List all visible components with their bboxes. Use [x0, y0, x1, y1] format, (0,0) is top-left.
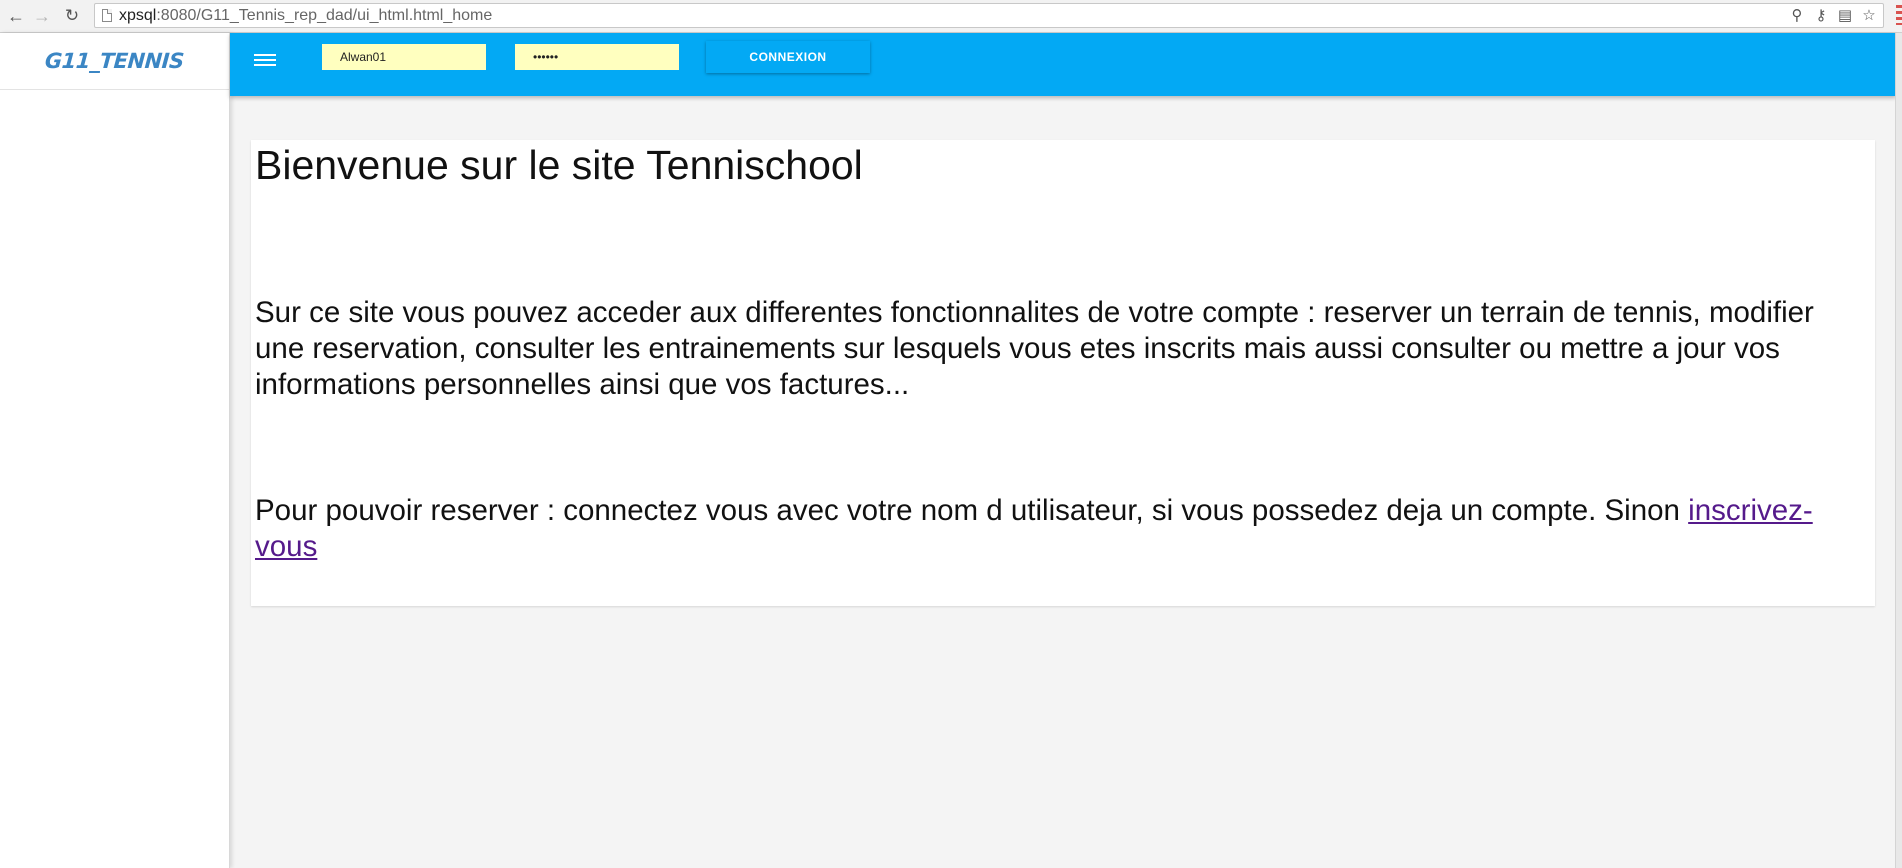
url-path: :8080/G11_Tennis_rep_dad/ui_html.html_ho… [156, 7, 493, 24]
url-text[interactable]: xpsql:8080/G11_Tennis_rep_dad/ui_html.ht… [119, 7, 492, 25]
star-icon[interactable]: ☆ [1861, 6, 1877, 24]
page-title: Bienvenue sur le site Tennischool [255, 142, 863, 188]
sidebar: G11_TENNIS [0, 33, 230, 868]
brand-logo[interactable]: G11_TENNIS [44, 49, 184, 73]
browser-toolbar: ← → ↻ xpsql:8080/G11_Tennis_rep_dad/ui_h… [0, 0, 1902, 33]
address-bar-icons: ⚲ ⚷ ▤ ☆ [1789, 6, 1877, 24]
zoom-icon[interactable]: ⚲ [1789, 6, 1805, 24]
url-host: xpsql [119, 7, 157, 24]
scrollbar[interactable] [1895, 33, 1902, 868]
reserve-paragraph: Pour pouvoir reserver : connectez vous a… [255, 493, 1870, 565]
address-bar[interactable]: xpsql:8080/G11_Tennis_rep_dad/ui_html.ht… [94, 3, 1884, 28]
hamburger-menu-icon[interactable] [254, 51, 276, 71]
forward-arrow-icon[interactable]: → [32, 6, 52, 26]
top-app-bar: CONNEXION [230, 33, 1896, 96]
welcome-card: Bienvenue sur le site Tennischool Sur ce… [251, 140, 1875, 606]
intro-paragraph: Sur ce site vous pouvez acceder aux diff… [255, 296, 1814, 401]
page-icon [102, 9, 112, 22]
username-input[interactable] [322, 44, 486, 70]
key-icon[interactable]: ⚷ [1813, 6, 1829, 24]
password-input[interactable] [515, 44, 679, 70]
brand-header: G11_TENNIS [0, 33, 229, 90]
translate-icon[interactable]: ▤ [1837, 6, 1853, 24]
reload-icon[interactable]: ↻ [62, 6, 82, 26]
reserve-text: Pour pouvoir reserver : connectez vous a… [255, 494, 1689, 527]
browser-menu-icon[interactable] [1896, 5, 1902, 25]
connexion-button[interactable]: CONNEXION [706, 41, 870, 73]
back-arrow-icon[interactable]: ← [6, 6, 26, 26]
